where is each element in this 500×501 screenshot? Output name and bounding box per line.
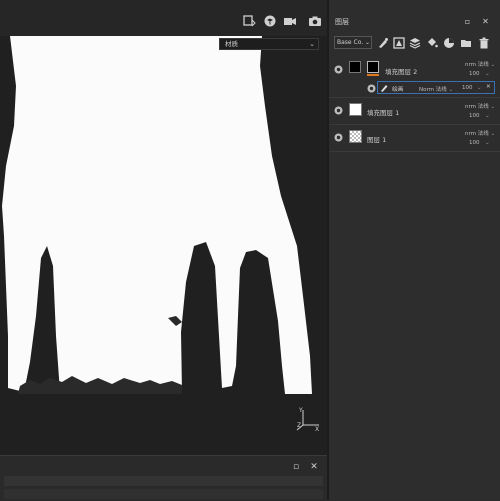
trash-icon[interactable] [478, 37, 490, 49]
layer-name: 填充图层 1 [367, 109, 400, 117]
layers-panel-header: 图层 ▫ ✕ [329, 14, 500, 30]
video-camera-icon[interactable] [283, 14, 297, 28]
layer-thumbnail [349, 103, 362, 116]
effect-opacity[interactable]: 100 [462, 85, 473, 91]
fill-bucket-icon[interactable] [426, 37, 438, 49]
float-panel-icon[interactable]: ▫ [291, 462, 301, 472]
bottom-panel-row [4, 476, 323, 486]
layer-opacity[interactable]: 100 [469, 71, 480, 77]
blend-mode-suffix: 法线 [435, 87, 447, 93]
layer-opacity[interactable]: 100 [469, 140, 480, 146]
layers-stack-icon[interactable] [409, 37, 421, 49]
chevron-down-icon: ⌄ [490, 62, 496, 68]
layer-blend-mode[interactable]: nrm 法线 ⌄ [465, 60, 495, 68]
layers-panel: 图层 ▫ ✕ Base Co. ⌄ 填充图层 2 nrm 法线 ⌄ 100 ⌄ … [327, 0, 500, 500]
chevron-down-icon: ⌄ [477, 85, 482, 91]
chevron-down-icon: ⌄ [490, 104, 496, 110]
blend-mode-select[interactable]: Base Co. ⌄ [334, 36, 372, 49]
paint-brush-icon [380, 83, 389, 92]
visibility-eye-icon[interactable] [334, 65, 343, 74]
chevron-down-icon: ⌄ [364, 39, 370, 46]
transparent-layer-thumbnail [349, 130, 362, 143]
blend-mode-value: nrm [465, 131, 477, 137]
chevron-down-icon: ⌄ [485, 71, 490, 77]
viewport-3d[interactable]: 材质 ⌄ Y Z X [0, 0, 327, 455]
channel-select-value: 材质 [225, 40, 238, 48]
visibility-eye-icon[interactable] [334, 106, 343, 115]
axis-gizmo: Y Z X [296, 407, 319, 433]
float-panel-icon[interactable]: ▫ [463, 17, 472, 26]
effect-row[interactable]: 绘画 Norm 法线 ⌄ 100 ⌄ ✕ [329, 81, 500, 95]
screenshot-icon[interactable] [308, 14, 322, 28]
axis-x-label: X [315, 426, 319, 433]
layer-name: 填充图层 2 [385, 68, 418, 76]
blend-mode-value: nrm [465, 62, 477, 68]
blend-mode-value: nrm [465, 104, 477, 110]
blend-mode-value: Norm [419, 87, 435, 93]
chevron-down-icon: ⌄ [448, 87, 454, 93]
axis-z-label: Z [297, 422, 301, 429]
chevron-down-icon: ⌄ [490, 131, 496, 137]
bottom-panel: ▫ ✕ [0, 455, 327, 501]
cube-icon[interactable] [263, 14, 277, 28]
viewport-toolbar [0, 0, 327, 36]
close-icon[interactable]: ✕ [486, 84, 491, 90]
blend-mode-suffix: 法线 [477, 62, 489, 68]
mask-icon[interactable] [393, 37, 405, 49]
new-folder-icon[interactable] [460, 37, 472, 49]
layer-blend-mode[interactable]: nrm 法线 ⌄ [465, 129, 495, 137]
visibility-eye-icon[interactable] [367, 84, 376, 93]
divider [329, 124, 500, 125]
channel-select[interactable]: 材质 ⌄ [219, 38, 319, 50]
mask-active-indicator [367, 74, 379, 76]
chevron-down-icon: ⌄ [485, 140, 490, 146]
axis-y-label: Y [298, 407, 303, 414]
effect-icon[interactable] [443, 37, 455, 49]
bottom-panel-row [4, 489, 323, 499]
mesh-preview [2, 36, 312, 394]
layers-toolbar: Base Co. ⌄ [329, 33, 500, 53]
layer-row[interactable]: 填充图层 2 nrm 法线 ⌄ 100 ⌄ [329, 57, 500, 80]
panel-title: 图层 [335, 18, 349, 26]
layer-name: 图层 1 [367, 136, 387, 144]
layer-thumbnail [349, 61, 361, 73]
close-icon[interactable]: ✕ [309, 462, 319, 472]
close-icon[interactable]: ✕ [481, 17, 490, 26]
chevron-down-icon: ⌄ [485, 113, 490, 119]
visibility-eye-icon[interactable] [334, 133, 343, 142]
divider [329, 151, 500, 152]
layer-opacity[interactable]: 100 [469, 113, 480, 119]
blend-mode-value: Base Co. [337, 39, 364, 46]
layer-row[interactable]: 图层 1 nrm 法线 ⌄ 100 ⌄ [329, 126, 500, 149]
blend-mode-suffix: 法线 [477, 131, 489, 137]
blend-mode-suffix: 法线 [477, 104, 489, 110]
layer-row[interactable]: 填充图层 1 nrm 法线 ⌄ 100 ⌄ [329, 99, 500, 122]
brush-icon[interactable] [377, 37, 389, 49]
camera-frame-icon[interactable] [242, 14, 256, 28]
effect-name: 绘画 [392, 87, 404, 93]
chevron-down-icon: ⌄ [309, 40, 315, 48]
layer-mask-thumbnail [367, 61, 379, 73]
effect-blend-mode[interactable]: Norm 法线 ⌄ [419, 85, 453, 93]
divider [329, 97, 500, 98]
layer-blend-mode[interactable]: nrm 法线 ⌄ [465, 102, 495, 110]
